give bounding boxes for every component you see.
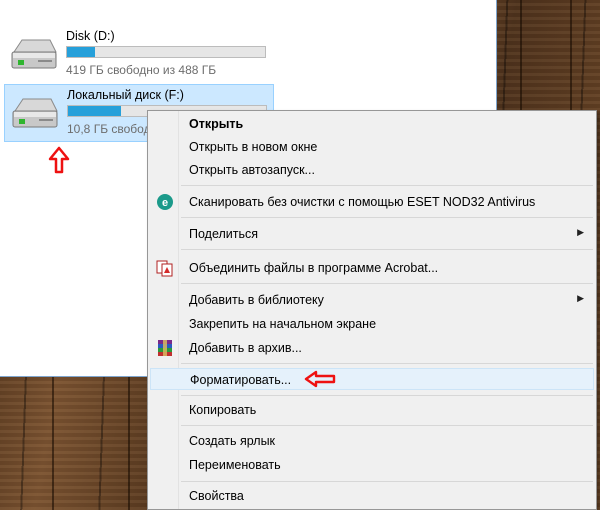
menu-item-add-to-archive[interactable]: Добавить в архив... bbox=[150, 337, 594, 359]
drive-usage-fill bbox=[68, 106, 122, 116]
menu-item-format[interactable]: Форматировать... bbox=[150, 368, 594, 390]
menu-item-label: Переименовать bbox=[189, 458, 281, 472]
menu-item-label: Форматировать... bbox=[190, 373, 292, 387]
menu-item-open-new-window[interactable]: Открыть в новом окне bbox=[150, 136, 594, 158]
winrar-icon bbox=[158, 340, 172, 356]
red-arrow-up-icon bbox=[48, 146, 70, 174]
menu-item-add-to-library[interactable]: Добавить в библиотеку ▶ bbox=[150, 289, 594, 311]
menu-item-label: Свойства bbox=[189, 489, 244, 503]
drive-name: Disk (D:) bbox=[66, 29, 115, 43]
menu-item-label: Открыть в новом окне bbox=[189, 140, 318, 154]
menu-item-label: Сканировать без очистки с помощью ESET N… bbox=[189, 195, 536, 209]
menu-item-label: Копировать bbox=[189, 403, 257, 417]
drive-free-space: 419 ГБ свободно из 488 ГБ bbox=[66, 63, 217, 77]
drive-item-d[interactable]: Disk (D:) 419 ГБ свободно из 488 ГБ bbox=[4, 26, 272, 82]
menu-item-pin-to-start[interactable]: Закрепить на начальном экране bbox=[150, 313, 594, 335]
hard-drive-icon bbox=[12, 98, 58, 128]
menu-item-eset-scan[interactable]: e Сканировать без очистки с помощью ESET… bbox=[150, 191, 594, 213]
menu-item-copy[interactable]: Копировать bbox=[150, 399, 594, 421]
menu-item-open[interactable]: Открыть bbox=[150, 113, 594, 135]
menu-item-rename[interactable]: Переименовать bbox=[150, 454, 594, 476]
menu-item-share[interactable]: Поделиться ▶ bbox=[150, 223, 594, 245]
drive-name: Локальный диск (F:) bbox=[67, 88, 184, 102]
menu-separator bbox=[181, 283, 593, 284]
menu-item-label: Закрепить на начальном экране bbox=[189, 317, 377, 331]
submenu-arrow-icon: ▶ bbox=[577, 293, 584, 303]
menu-item-open-autoplay[interactable]: Открыть автозапуск... bbox=[150, 159, 594, 181]
menu-item-label: Добавить в библиотеку bbox=[189, 293, 324, 307]
menu-separator bbox=[181, 363, 593, 364]
context-menu: Открыть Открыть в новом окне Открыть авт… bbox=[147, 110, 597, 510]
menu-item-label: Объединить файлы в программе Acrobat... bbox=[189, 261, 439, 275]
menu-separator bbox=[181, 425, 593, 426]
menu-item-label: Создать ярлык bbox=[189, 434, 276, 448]
menu-item-label: Открыть автозапуск... bbox=[189, 163, 315, 177]
submenu-arrow-icon: ▶ bbox=[577, 227, 584, 237]
menu-item-create-shortcut[interactable]: Создать ярлык bbox=[150, 430, 594, 452]
menu-item-properties[interactable]: Свойства bbox=[150, 485, 594, 507]
menu-item-label: Открыть bbox=[189, 117, 244, 131]
drive-usage-bar bbox=[66, 46, 266, 58]
acrobat-combine-icon bbox=[156, 260, 173, 277]
hard-drive-icon bbox=[11, 39, 57, 69]
eset-icon: e bbox=[157, 194, 173, 210]
menu-separator bbox=[181, 217, 593, 218]
menu-separator bbox=[181, 249, 593, 250]
drive-usage-fill bbox=[67, 47, 95, 57]
red-arrow-left-icon bbox=[304, 370, 336, 388]
menu-separator bbox=[181, 481, 593, 482]
menu-item-label: Поделиться bbox=[189, 227, 259, 241]
menu-item-acrobat-combine[interactable]: Объединить файлы в программе Acrobat... bbox=[150, 257, 594, 279]
menu-separator bbox=[181, 395, 593, 396]
menu-item-label: Добавить в архив... bbox=[189, 341, 302, 355]
menu-separator bbox=[181, 185, 593, 186]
svg-text:e: e bbox=[162, 197, 168, 209]
